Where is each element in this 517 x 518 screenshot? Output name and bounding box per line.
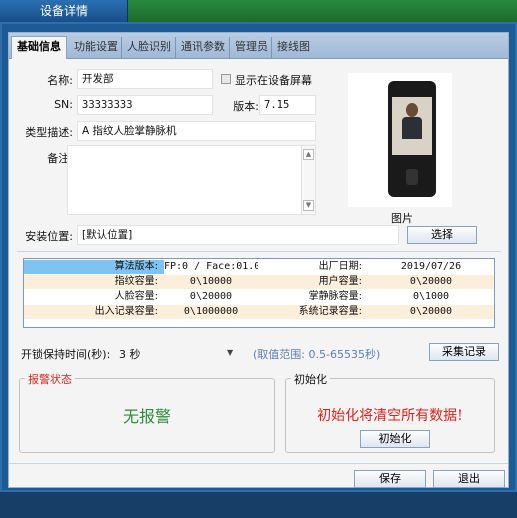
remark-textarea[interactable]: ▲ ▼ (67, 145, 316, 215)
table-row: 指纹容量: 0\10000 用户容量: 0\20000 (24, 275, 494, 289)
table-cell: FP:0 / Face:01.00 (164, 260, 267, 274)
version-label: 版本: (233, 100, 259, 113)
scroll-up-icon[interactable]: ▲ (303, 149, 314, 160)
init-title: 初始化 (291, 371, 330, 387)
location-field[interactable]: [默认位置] (77, 225, 399, 245)
remark-scrollbar[interactable]: ▲ ▼ (301, 146, 315, 214)
scroll-down-icon[interactable]: ▼ (303, 200, 314, 211)
exit-button[interactable]: 退出 (433, 470, 505, 488)
show-on-screen-label: 显示在设备屏幕 (235, 74, 312, 87)
sn-field[interactable]: 33333333 (77, 95, 213, 115)
table-header-cell: 出厂日期: (258, 260, 368, 274)
window-titlebar: 设备详情 (0, 0, 517, 22)
alarm-status-text: 无报警 (122, 407, 171, 426)
table-header-cell: 算法版本: (24, 260, 164, 274)
table-header-cell: 掌静脉容量: (258, 290, 368, 304)
table-cell: 0\20000 (368, 275, 494, 289)
tab-administrator[interactable]: 管理员 (229, 37, 273, 58)
face-shape (406, 103, 418, 117)
table-cell: 0\20000 (164, 290, 258, 304)
tab-basic-info[interactable]: 基础信息 (11, 36, 67, 59)
tab-function-settings[interactable]: 功能设置 (69, 37, 123, 58)
version-field[interactable]: 7.15 (259, 95, 316, 115)
location-label: 安装位置: (25, 230, 73, 243)
device-info-table: 算法版本: FP:0 / Face:01.00 出厂日期: 2019/07/26… (23, 258, 495, 328)
type-field[interactable]: A 指纹人脸掌静脉机 (77, 121, 316, 141)
content-panel: 基础信息 功能设置 人脸识别 通讯参数 管理员 接线图 名称: 开发部 显示在设… (8, 32, 509, 488)
body-shape (402, 117, 422, 139)
init-warning-text: 初始化将清空所有数据! (317, 408, 463, 424)
unlock-range-hint: (取值范围: 0.5-65535秒) (253, 348, 381, 361)
initialize-button[interactable]: 初始化 (360, 430, 430, 448)
table-cell: 0\20000 (368, 305, 494, 319)
table-row: 算法版本: FP:0 / Face:01.00 出厂日期: 2019/07/26 (24, 260, 494, 274)
table-cell: 2019/07/26 (368, 260, 494, 274)
sn-label: SN: (54, 98, 73, 111)
table-header-cell: 出入记录容量: (24, 305, 164, 319)
type-label: 类型描述: (25, 126, 73, 139)
bottom-band (0, 492, 517, 518)
show-on-screen-checkbox[interactable] (221, 74, 231, 84)
collect-records-button[interactable]: 采集记录 (429, 343, 499, 361)
table-header-cell: 用户容量: (258, 275, 368, 289)
table-header-cell: 指纹容量: (24, 275, 164, 289)
alarm-status-title: 报警状态 (25, 371, 75, 387)
tab-bar: 基础信息 功能设置 人脸识别 通讯参数 管理员 接线图 (9, 33, 508, 59)
table-cell: 0\10000 (164, 275, 258, 289)
device-photo (348, 73, 452, 207)
select-location-button[interactable]: 选择 (407, 226, 477, 244)
table-cell: 0\1000 (368, 290, 494, 304)
table-row: 人脸容量: 0\20000 掌静脉容量: 0\1000 (24, 290, 494, 304)
footer-divider (9, 463, 508, 464)
palm-pad (406, 169, 418, 185)
device-image (388, 81, 436, 197)
table-cell: 0\1000000 (164, 305, 258, 319)
name-field[interactable]: 开发部 (77, 69, 213, 89)
picture-label: 图片 (391, 212, 413, 225)
dialog-frame: 基础信息 功能设置 人脸识别 通讯参数 管理员 接线图 名称: 开发部 显示在设… (0, 22, 517, 492)
table-header-cell: 系统记录容量: (258, 305, 368, 319)
unlock-time-label: 开锁保持时间(秒): (21, 348, 111, 361)
save-button[interactable]: 保存 (354, 470, 426, 488)
tab-face-recognition[interactable]: 人脸识别 (121, 37, 176, 58)
name-label: 名称: (47, 74, 73, 87)
tab-communication[interactable]: 通讯参数 (175, 37, 230, 58)
window-title: 设备详情 (0, 0, 128, 22)
table-header-cell: 人脸容量: (24, 290, 164, 304)
unlock-time-select[interactable]: 3 秒 (119, 346, 141, 362)
divider (17, 251, 501, 252)
tab-wiring-diagram[interactable]: 接线图 (271, 37, 315, 58)
dropdown-arrow-icon[interactable]: ▼ (227, 348, 233, 357)
table-row: 出入记录容量: 0\1000000 系统记录容量: 0\20000 (24, 305, 494, 319)
device-screen (392, 97, 432, 155)
